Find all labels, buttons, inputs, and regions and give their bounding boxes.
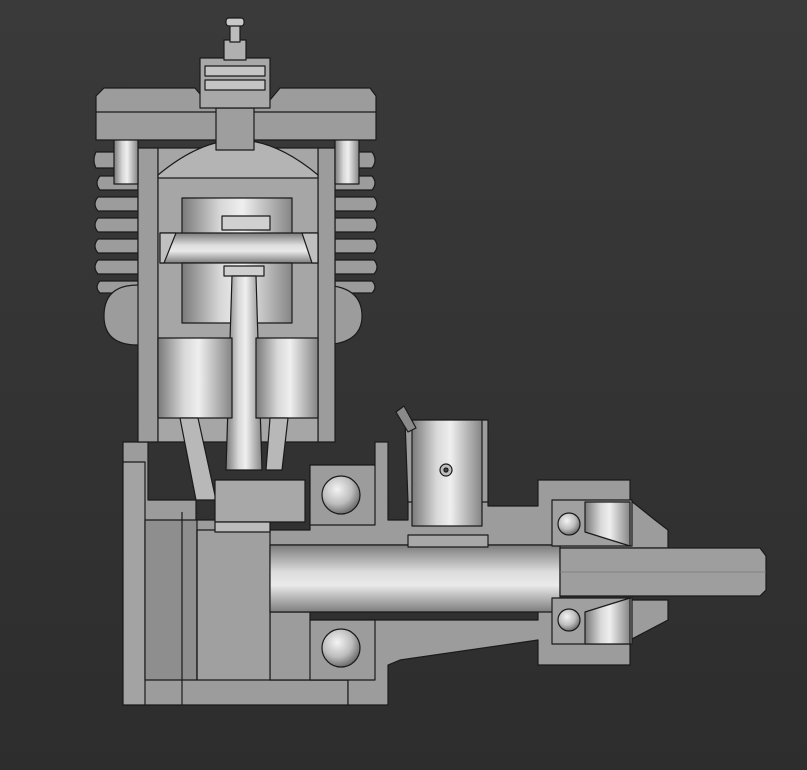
prop-bearing-lower-ball <box>557 608 581 632</box>
crankcase-inner-cavity <box>144 519 198 681</box>
needle-valve <box>395 405 417 433</box>
crank-web <box>214 521 271 533</box>
transfer-passage-right <box>265 417 289 471</box>
piston-lower-skirt-right <box>255 337 319 419</box>
cylinder-wall-left <box>137 147 159 443</box>
piston-lower-skirt-left <box>157 337 233 419</box>
wrist-pin <box>159 232 319 264</box>
prop-bearing-upper-ball <box>557 512 581 536</box>
crankshaft-bore <box>407 534 489 548</box>
crankshaft <box>269 544 561 613</box>
conrod-small-end <box>223 265 265 277</box>
crankcase-rear-wall <box>122 461 146 706</box>
crankcase-backplate <box>196 529 271 681</box>
engine-section-view <box>93 17 767 706</box>
piston-baffle <box>221 215 271 231</box>
rear-bearing-ball <box>321 628 361 668</box>
crankpin <box>214 479 306 523</box>
front-bearing-ball <box>321 475 361 515</box>
cad-viewport[interactable] <box>0 0 807 770</box>
cylinder-wall-right <box>317 147 336 443</box>
